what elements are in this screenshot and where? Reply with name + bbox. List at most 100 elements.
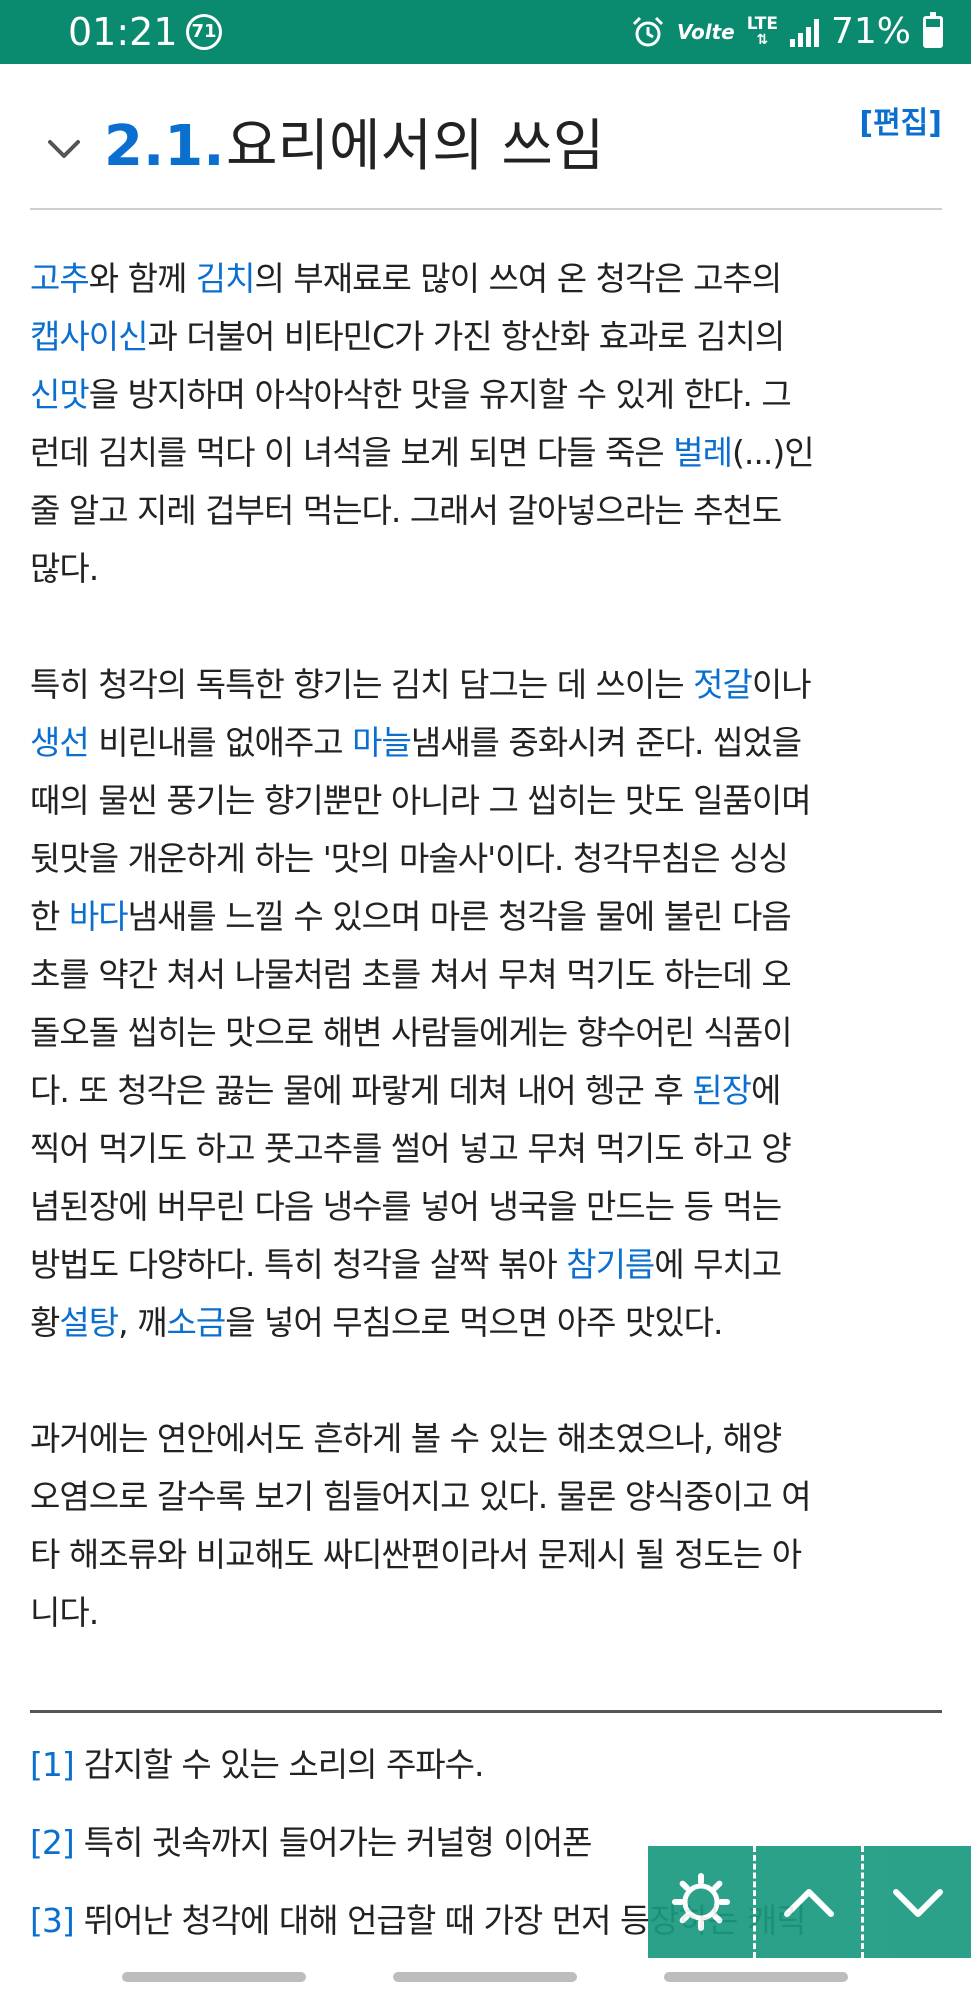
text-line: 특히 청각의 독특한 향기는 김치 담그는 데 쓰이는 젓갈이나 [30, 656, 942, 714]
footnote-text: 특히 귓속까지 들어가는 커널형 이어폰 [83, 1823, 593, 1862]
text-segment: 특히 청각의 독특한 향기는 김치 담그는 데 쓰이는 [30, 665, 694, 704]
text-segment: 런데 김치를 먹다 이 녀석을 보게 되면 다들 죽은 [30, 433, 674, 472]
text-segment: 때의 물씬 풍기는 향기뿐만 아니라 그 씹히는 맛도 일품이며 [30, 781, 812, 820]
text-line: 오염으로 갈수록 보기 힘들어지고 있다. 물론 양식중이고 여 [30, 1468, 942, 1526]
battery-icon [923, 12, 943, 48]
text-segment: 한 [30, 897, 69, 936]
text-segment: 을 넣어 무침으로 먹으면 아주 맛있다. [225, 1303, 723, 1342]
gear-icon [671, 1873, 730, 1931]
text-segment: 다. 또 청각은 끓는 물에 파랗게 데쳐 내어 헹군 후 [30, 1071, 693, 1110]
section-number: 2.1. [104, 114, 225, 179]
text-segment: 오염으로 갈수록 보기 힘들어지고 있다. 물론 양식중이고 여 [30, 1477, 812, 1516]
footnote-item: [1] 감지할 수 있는 소리의 주파수. [30, 1745, 942, 1785]
text-segment: 에 [750, 1071, 781, 1110]
wiki-link[interactable]: 소금 [166, 1303, 226, 1342]
battery-fill [926, 26, 940, 45]
paragraph: 고추와 함께 김치의 부재료로 많이 쓰여 온 청각은 고추의 캡사이신과 더불어… [30, 250, 942, 598]
text-segment: , 깨 [118, 1303, 167, 1342]
text-segment: 이나 [751, 665, 812, 704]
text-segment: 의 부재료로 많이 쓰여 온 청각은 고추의 [254, 259, 783, 298]
text-line: 생선 비린내를 없애주고 마늘냄새를 중화시켜 준다. 씹었을 [30, 714, 942, 772]
settings-button[interactable] [648, 1846, 756, 1958]
volte-icon: Volte [677, 20, 735, 44]
text-line: 한 바다냄새를 느낄 수 있으며 마른 청각을 물에 불린 다음 [30, 888, 942, 946]
status-bar: 01:21 71 Volte LTE ⇅ 71% [0, 0, 971, 64]
text-line: 과거에는 연안에서도 흔하게 볼 수 있는 해초였으나, 해양 [30, 1410, 942, 1468]
status-time: 01:21 [68, 10, 178, 54]
signal-strength-icon [789, 17, 819, 47]
text-line: 찍어 먹기도 하고 풋고추를 썰어 넣고 무쳐 먹기도 하고 양 [30, 1120, 942, 1178]
status-right-group: Volte LTE ⇅ 71% [631, 10, 943, 54]
text-segment: 냄새를 중화시켜 준다. 씹었을 [410, 723, 802, 762]
text-segment: 과거에는 연안에서도 흔하게 볼 수 있는 해초였으나, 해양 [30, 1419, 782, 1458]
wiki-link[interactable]: 된장 [692, 1071, 752, 1110]
text-segment: 돌오돌 씹히는 맛으로 해변 사람들에게는 향수어린 식품이 [30, 1013, 793, 1052]
text-segment: 타 해조류와 비교해도 싸디싼편이라서 문제시 될 정도는 아 [30, 1535, 802, 1574]
footnote-ref-link[interactable]: [2] [30, 1823, 75, 1862]
collapse-chevron-icon[interactable] [44, 130, 84, 170]
wiki-link[interactable]: 설탕 [59, 1303, 119, 1342]
text-segment: 니다. [30, 1593, 99, 1632]
edit-link[interactable]: [편집] [859, 104, 942, 144]
text-segment: 념된장에 버무린 다음 냉수를 넣어 냉국을 만드는 등 먹는 [30, 1187, 782, 1226]
text-segment: 과 더불어 비타민C가 가진 항산화 효과로 김치의 [147, 317, 785, 356]
lte-label: LTE [746, 14, 778, 34]
wiki-link[interactable]: 고추 [30, 259, 90, 298]
text-line: 많다. [30, 540, 942, 598]
text-segment: 냄새를 느낄 수 있으며 마른 청각을 물에 불린 다음 [127, 897, 792, 936]
text-line: 뒷맛을 개운하게 하는 '맛의 마술사'이다. 청각무침은 싱싱 [30, 830, 942, 888]
text-segment: 비린내를 없애주고 [88, 723, 353, 762]
chevron-down-icon [892, 1889, 943, 1917]
text-segment: 을 방지하며 아삭아삭한 맛을 유지할 수 있게 한다. 그 [88, 375, 792, 414]
footnote-ref-link[interactable]: [1] [30, 1745, 75, 1784]
text-segment: 초를 약간 쳐서 나물처럼 초를 쳐서 무쳐 먹기도 하는데 오 [30, 955, 792, 994]
scroll-up-button[interactable] [756, 1846, 864, 1958]
text-segment: 방법도 다양하다. 특히 청각을 살짝 볶아 [30, 1245, 567, 1284]
text-line: 념된장에 버무린 다음 냉수를 넣어 냉국을 만드는 등 먹는 [30, 1178, 942, 1236]
footnote-divider [30, 1710, 942, 1713]
text-segment: 찍어 먹기도 하고 풋고추를 썰어 넣고 무쳐 먹기도 하고 양 [30, 1129, 792, 1168]
nav-recents-handle[interactable] [664, 1972, 848, 1982]
wiki-link[interactable]: 김치 [196, 259, 256, 298]
alarm-icon [632, 16, 664, 47]
notification-badge-icon: 71 [186, 14, 222, 50]
section-title: 요리에서의 쓰임 [226, 114, 605, 179]
floating-button-group [648, 1846, 971, 1958]
paragraph: 특히 청각의 독특한 향기는 김치 담그는 데 쓰이는 젓갈이나 생선 비린내를 … [30, 656, 942, 1352]
text-segment: (...)인 [731, 433, 815, 472]
text-line: 신맛을 방지하며 아삭아삭한 맛을 유지할 수 있게 한다. 그 [30, 366, 942, 424]
nav-home-handle[interactable] [393, 1972, 577, 1982]
text-line: 런데 김치를 먹다 이 녀석을 보게 되면 다들 죽은 벌레(...)인 [30, 424, 942, 482]
text-segment: 와 함께 [88, 259, 196, 298]
text-line: 니다. [30, 1584, 942, 1642]
text-segment: 많다. [30, 549, 99, 588]
text-line: 고추와 함께 김치의 부재료로 많이 쓰여 온 청각은 고추의 [30, 250, 942, 308]
wiki-link[interactable]: 캡사이신 [30, 317, 148, 356]
text-segment: 에 무치고 [654, 1245, 782, 1284]
text-line: 캡사이신과 더불어 비타민C가 가진 항산화 효과로 김치의 [30, 308, 942, 366]
data-arrows-icon: ⇅ [756, 32, 769, 48]
wiki-link[interactable]: 마늘 [352, 723, 412, 762]
footnote-ref-link[interactable]: [3] [30, 1901, 75, 1940]
paragraph: 과거에는 연안에서도 흔하게 볼 수 있는 해초였으나, 해양오염으로 갈수록 … [30, 1410, 942, 1642]
wiki-link[interactable]: 신맛 [30, 375, 90, 414]
text-line: 줄 알고 지레 겁부터 먹는다. 그래서 갈아넣으라는 추천도 [30, 482, 942, 540]
system-nav-bar [0, 1958, 971, 1995]
article-body: 고추와 함께 김치의 부재료로 많이 쓰여 온 청각은 고추의 캡사이신과 더불어… [30, 250, 942, 1700]
text-segment: 황 [30, 1303, 60, 1342]
wiki-link[interactable]: 벌레 [673, 433, 733, 472]
wiki-link[interactable]: 젓갈 [693, 665, 753, 704]
nav-back-handle[interactable] [122, 1972, 306, 1982]
wiki-link[interactable]: 생선 [30, 723, 90, 762]
text-line: 초를 약간 쳐서 나물처럼 초를 쳐서 무쳐 먹기도 하는데 오 [30, 946, 942, 1004]
footnote-text: 감지할 수 있는 소리의 주파수. [83, 1745, 485, 1784]
wiki-link[interactable]: 바다 [69, 897, 129, 936]
battery-percent: 71% [830, 11, 911, 52]
wiki-link[interactable]: 참기름 [566, 1245, 655, 1284]
text-line: 방법도 다양하다. 특히 청각을 살짝 볶아 참기름에 무치고 [30, 1236, 942, 1294]
scroll-down-button[interactable] [864, 1846, 971, 1958]
lte-icon: LTE ⇅ [746, 14, 778, 49]
text-line: 때의 물씬 풍기는 향기뿐만 아니라 그 씹히는 맛도 일품이며 [30, 772, 942, 830]
text-line: 황설탕, 깨소금을 넣어 무침으로 먹으면 아주 맛있다. [30, 1294, 942, 1352]
text-line: 타 해조류와 비교해도 싸디싼편이라서 문제시 될 정도는 아 [30, 1526, 942, 1584]
